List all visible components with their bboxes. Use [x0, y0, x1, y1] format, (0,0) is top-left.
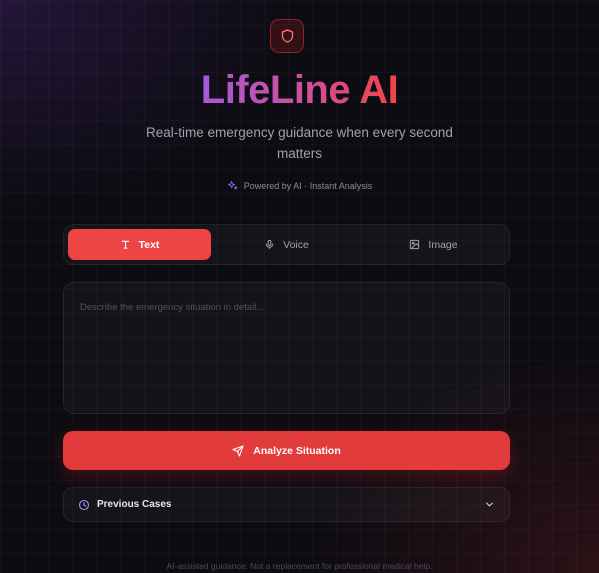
- disclaimer-footer: AI-assisted guidance. Not a replacement …: [166, 561, 433, 571]
- clock-icon: [78, 499, 90, 510]
- text-icon: [121, 240, 129, 249]
- mic-icon: [265, 239, 274, 250]
- analyze-situation-button[interactable]: Analyze Situation: [63, 431, 510, 470]
- analyze-button-label: Analyze Situation: [253, 444, 341, 457]
- tab-voice[interactable]: Voice: [215, 229, 358, 260]
- tab-text[interactable]: Text: [68, 229, 211, 260]
- powered-by-text: Powered by AI · Instant Analysis: [243, 180, 373, 191]
- input-mode-tabs: Text Voice Image: [63, 224, 510, 265]
- tab-image[interactable]: Image: [362, 229, 505, 260]
- app-subtitle: Real-time emergency guidance when every …: [146, 125, 453, 161]
- emergency-description-input[interactable]: [63, 282, 510, 414]
- previous-cases-label: Previous Cases: [97, 499, 172, 510]
- tab-image-label: Image: [428, 238, 458, 251]
- app-title: LifeLine AI: [200, 68, 399, 112]
- tab-text-label: Text: [138, 238, 160, 251]
- powered-by-line: Powered by AI · Instant Analysis: [0, 180, 599, 191]
- tab-voice-label: Voice: [283, 238, 309, 251]
- send-icon: [232, 444, 244, 457]
- sparkles-icon: [227, 180, 238, 190]
- shield-logo-badge: [270, 19, 304, 53]
- shield-icon: [281, 29, 293, 43]
- chevron-down-icon: [486, 502, 493, 507]
- previous-cases-toggle[interactable]: Previous Cases: [63, 487, 510, 522]
- image-icon: [410, 239, 420, 250]
